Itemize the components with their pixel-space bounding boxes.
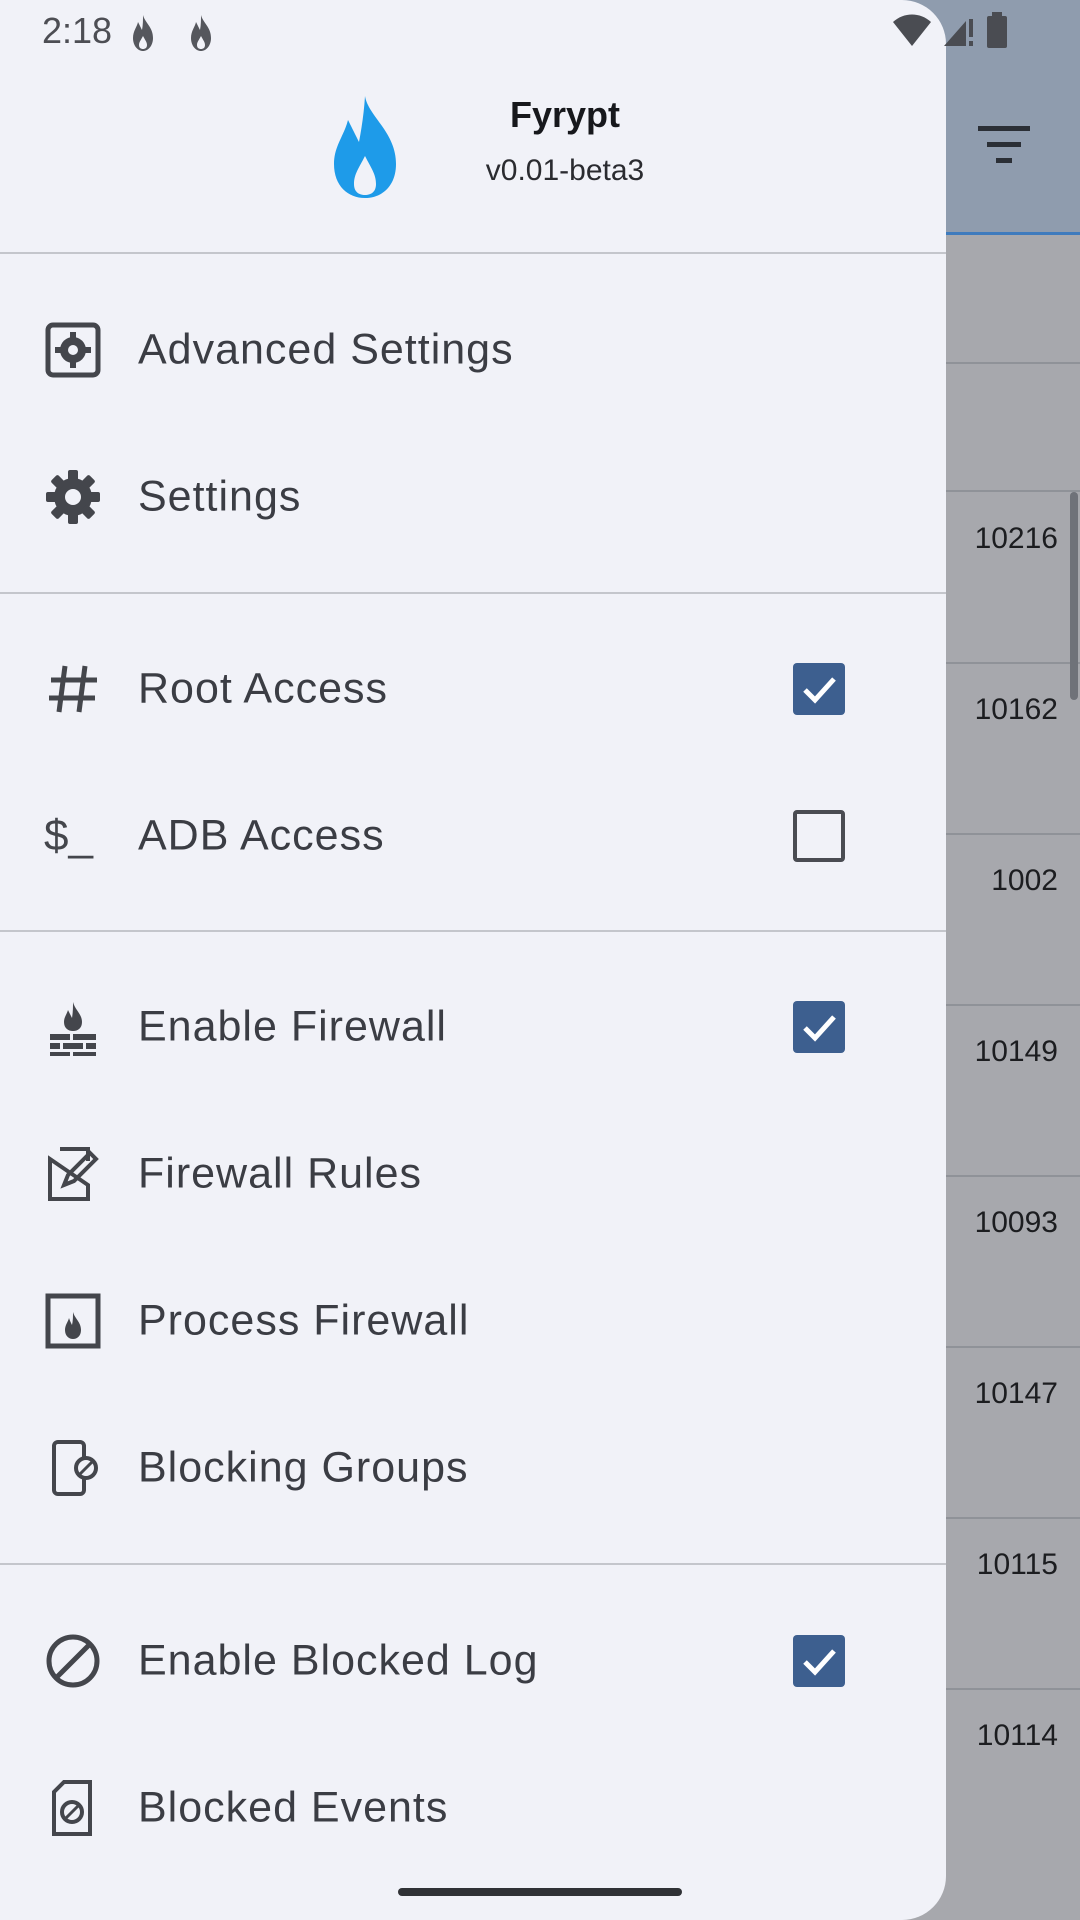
filter-icon[interactable] — [978, 122, 1034, 170]
menu-item-enable-blocked-log[interactable]: Enable Blocked Log — [0, 1587, 946, 1734]
uid-value: 10115 — [976, 1548, 1058, 1581]
fireplace-icon — [45, 1293, 101, 1348]
flame-logo-icon — [334, 96, 396, 198]
menu-item-label: Firewall Rules — [138, 1149, 423, 1197]
menu-item-enable-firewall[interactable]: Enable Firewall — [0, 953, 946, 1100]
uid-value: 10147 — [974, 1377, 1058, 1410]
divider — [0, 930, 946, 932]
phone-block-icon — [52, 1439, 98, 1496]
uid-value: 10149 — [974, 1035, 1058, 1068]
clock: 2:18 — [42, 10, 113, 51]
menu-item-process-firewall[interactable]: Process Firewall — [0, 1247, 946, 1394]
menu-item-firewall-rules[interactable]: Firewall Rules — [0, 1100, 946, 1247]
divider — [0, 592, 946, 594]
uid-value: 10162 — [974, 693, 1058, 726]
terminal-icon: $_ — [44, 810, 93, 860]
menu-item-settings[interactable]: Settings — [0, 423, 946, 570]
menu-item-label: Settings — [138, 472, 302, 520]
gear-icon — [46, 469, 100, 524]
uid-value: 10216 — [974, 522, 1058, 555]
advanced-settings-icon — [45, 322, 101, 377]
menu-item-blocked-events[interactable]: Blocked Events — [0, 1734, 946, 1881]
enable-blocked-log-checkbox[interactable] — [793, 1634, 845, 1687]
root-access-checkbox[interactable] — [793, 662, 845, 715]
app-notification-icon — [133, 15, 153, 51]
gesture-nav-handle[interactable] — [398, 1888, 682, 1896]
divider — [0, 1563, 946, 1565]
hash-icon — [49, 665, 97, 712]
menu-item-label: Process Firewall — [138, 1296, 470, 1344]
navigation-drawer: Fyrypt v0.01-beta3 Advanced Settings Set… — [0, 0, 946, 1920]
app-notification-icon — [191, 15, 211, 51]
menu-item-root-access[interactable]: Root Access — [0, 615, 946, 762]
wifi-icon — [893, 14, 931, 46]
blocked-file-icon — [52, 1779, 92, 1836]
menu-item-label: ADB Access — [138, 811, 385, 859]
adb-access-checkbox[interactable] — [793, 809, 845, 862]
edit-document-icon — [48, 1146, 99, 1201]
menu-item-blocking-groups[interactable]: Blocking Groups — [0, 1394, 946, 1541]
uid-value: 10114 — [976, 1719, 1058, 1752]
block-icon — [46, 1634, 100, 1687]
divider — [0, 252, 946, 254]
uid-value: 1002 — [991, 864, 1058, 897]
menu-item-label: Enable Blocked Log — [138, 1636, 539, 1684]
menu-item-label: Enable Firewall — [138, 1002, 447, 1050]
app-name: Fyrypt — [509, 94, 621, 135]
menu-item-label: Blocking Groups — [138, 1443, 469, 1491]
menu-item-label: Advanced Settings — [138, 325, 514, 373]
menu-item-advanced-settings[interactable]: Advanced Settings — [0, 276, 946, 423]
uid-value: 10093 — [974, 1206, 1058, 1239]
signal-icon — [944, 19, 973, 46]
firewall-icon — [50, 1001, 96, 1056]
menu-item-adb-access[interactable]: $_ ADB Access — [0, 762, 946, 909]
app-version: v0.01-beta3 — [485, 154, 645, 187]
menu-item-label: Blocked Events — [138, 1783, 449, 1831]
status-bar: 2:18 — [0, 0, 1080, 62]
system-icons — [892, 12, 1008, 48]
battery-icon — [987, 12, 1007, 48]
enable-firewall-checkbox[interactable] — [793, 1000, 845, 1053]
scrollbar[interactable] — [1070, 492, 1078, 700]
menu-item-label: Root Access — [138, 664, 388, 712]
